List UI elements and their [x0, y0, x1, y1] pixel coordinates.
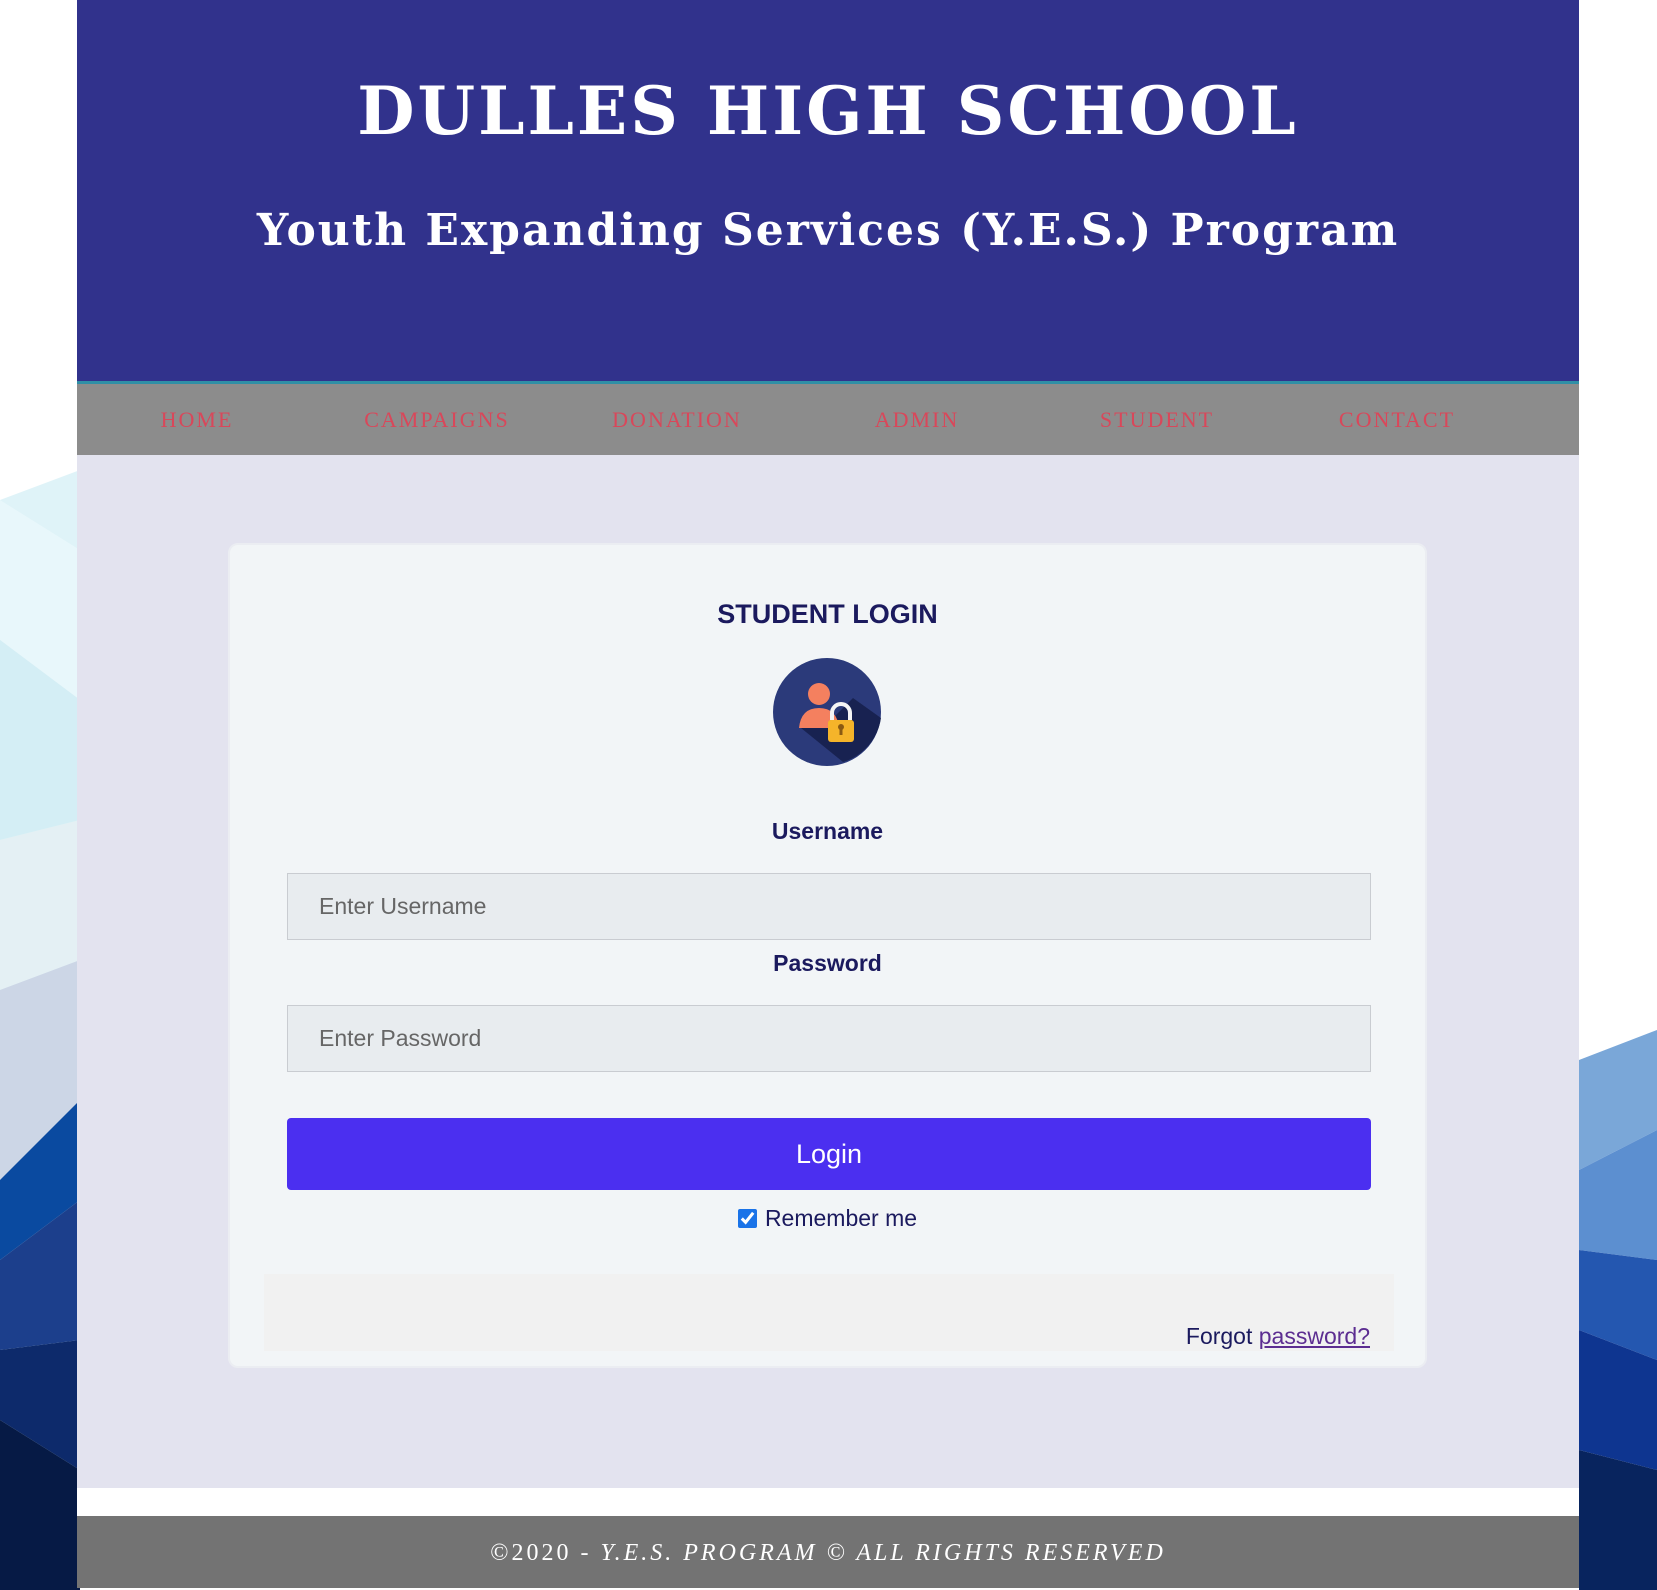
nav-item-student[interactable]: STUDENT: [1037, 406, 1277, 434]
nav-item-contact[interactable]: CONTACT: [1277, 406, 1517, 434]
nav-item-donation[interactable]: DONATION: [557, 406, 797, 434]
main-nav: HOME CAMPAIGNS DONATION ADMIN STUDENT CO…: [77, 384, 1579, 455]
site-footer: ©2020 - Y.E.S. PROGRAM © ALL RIGHTS RESE…: [77, 1516, 1579, 1588]
page-container: DULLES HIGH SCHOOL Youth Expanding Servi…: [77, 0, 1579, 1590]
footer-rights: Y.E.S. PROGRAM © ALL RIGHTS RESERVED: [600, 1540, 1166, 1566]
forgot-password: Forgot password?: [1186, 1322, 1370, 1350]
footer-year: ©2020 -: [490, 1540, 601, 1566]
nav-item-home[interactable]: HOME: [77, 406, 317, 434]
nav-item-admin[interactable]: ADMIN: [797, 406, 1037, 434]
site-subtitle: Youth Expanding Services (Y.E.S.) Progra…: [256, 205, 1400, 256]
user-lock-icon: [773, 658, 881, 766]
footer-spacer: [77, 1488, 1579, 1516]
forgot-prefix: Forgot: [1185, 1323, 1253, 1349]
remember-checkbox[interactable]: [737, 1209, 757, 1228]
login-title: STUDENT LOGIN: [717, 599, 938, 629]
site-title: DULLES HIGH SCHOOL: [357, 72, 1299, 150]
remember-label: Remember me: [764, 1205, 918, 1231]
username-label: Username: [771, 818, 884, 844]
login-card-footer: Forgot password?: [264, 1274, 1394, 1351]
forgot-password-link[interactable]: password?: [1259, 1323, 1370, 1349]
password-input[interactable]: [287, 1005, 1371, 1072]
main-content: STUDENT LOGIN Username Password Login Re…: [77, 455, 1579, 1488]
password-label: Password: [773, 950, 882, 976]
site-header: DULLES HIGH SCHOOL Youth Expanding Servi…: [77, 0, 1579, 384]
username-input[interactable]: [287, 873, 1371, 940]
footer-copyright: ©2020 - Y.E.S. PROGRAM © ALL RIGHTS RESE…: [77, 1538, 1579, 1568]
nav-item-campaigns[interactable]: CAMPAIGNS: [317, 406, 557, 434]
remember-row: Remember me: [230, 1203, 1425, 1233]
login-card: STUDENT LOGIN Username Password Login Re…: [228, 543, 1427, 1368]
login-button[interactable]: Login: [287, 1118, 1371, 1190]
